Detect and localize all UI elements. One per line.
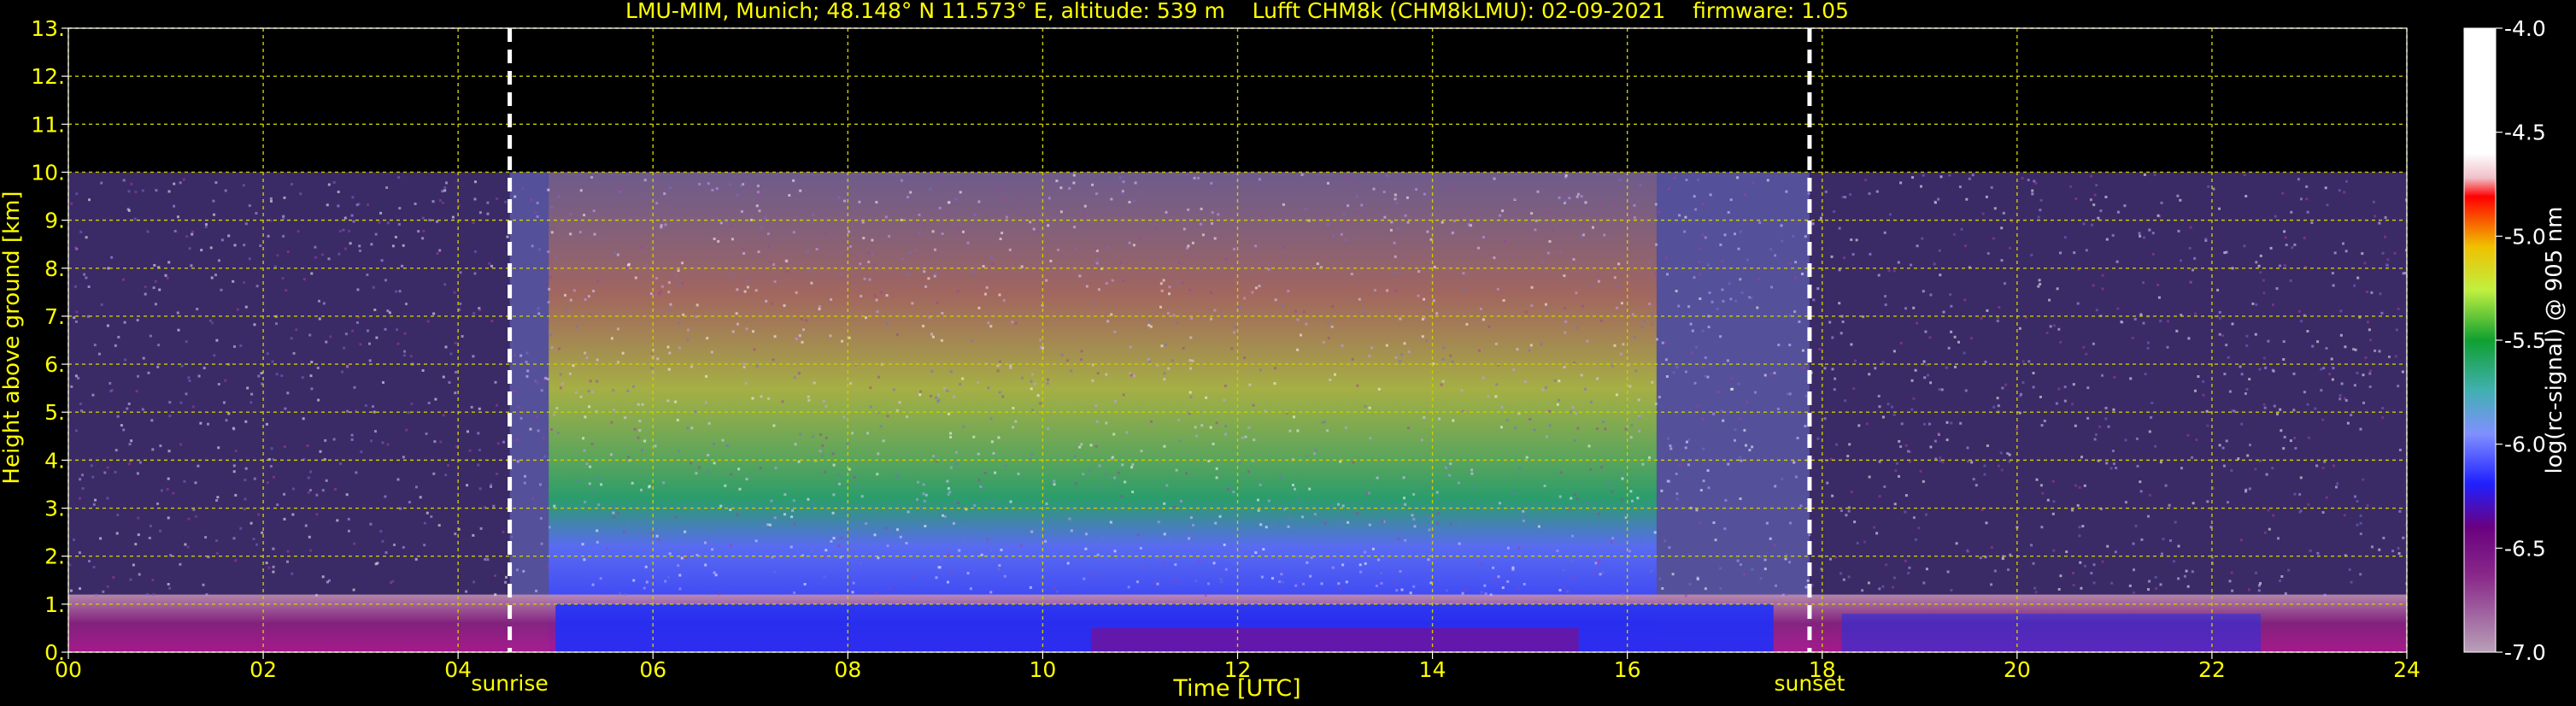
colorbar-tick-label: -4.0 — [2504, 16, 2546, 41]
y-tick-label: 3. — [44, 497, 65, 521]
x-axis-label: Time [UTC] — [1172, 675, 1300, 702]
y-axis-ticks: 0. 1. 2. 3. 4. 5. 6. 7. 8. 9. 10. 11. 12. 13. — [31, 16, 68, 665]
y-tick-label: 11. — [31, 112, 65, 137]
y-tick-label: 1. — [44, 592, 65, 617]
sunrise-label: sunrise — [471, 671, 548, 696]
colorbar-tick-label: -4.5 — [2504, 121, 2546, 145]
y-tick-label: 7. — [44, 304, 65, 329]
colorbar-label: log(rc-signal) @ 905 nm — [2542, 207, 2567, 474]
chart-title: LMU-MIM, Munich; 48.148° N 11.573° E, al… — [625, 0, 1849, 23]
y-tick-label: 10. — [31, 160, 65, 185]
colorbar-tick-label: -5.5 — [2504, 328, 2546, 353]
y-tick-label: 2. — [44, 544, 65, 569]
colorbar-tick-label: -7.0 — [2504, 640, 2546, 665]
x-tick-label: 22 — [2198, 657, 2226, 682]
x-tick-label: 18 — [1809, 657, 1836, 682]
y-tick-label: 13. — [31, 16, 65, 41]
x-tick-label: 16 — [1614, 657, 1641, 682]
colorbar: -4.0 -4.5 -5.0 -5.5 -6.0 -6.5 -7.0 log(rc-sign… — [2463, 16, 2567, 665]
y-axis-label: Height above ground [km] — [0, 191, 25, 484]
colorbar-tick-label: -6.0 — [2504, 432, 2546, 457]
x-tick-label: 24 — [2393, 657, 2421, 682]
x-tick-label: 02 — [249, 657, 277, 682]
ceilometer-chart: sunrise sunset 00 02 04 06 08 10 12 14 16 18 20 22 24… — [0, 0, 2567, 702]
aerosol-layer-evening — [1841, 614, 2261, 652]
x-tick-label: 08 — [834, 657, 861, 682]
x-tick-label: 14 — [1419, 657, 1446, 682]
y-tick-label: 9. — [44, 209, 65, 233]
colorbar-ticks: -4.0 -4.5 -5.0 -5.5 -6.0 -6.5 -7.0 — [2496, 16, 2546, 665]
colorbar-gradient — [2463, 27, 2497, 653]
y-tick-label: 4. — [44, 448, 65, 473]
x-tick-label: 10 — [1030, 657, 1057, 682]
x-tick-label: 04 — [444, 657, 472, 682]
colorbar-tick-label: -5.0 — [2504, 224, 2546, 249]
x-tick-label: 20 — [2004, 657, 2031, 682]
x-tick-label: 06 — [639, 657, 666, 682]
y-tick-label: 0. — [44, 640, 65, 665]
y-tick-label: 12. — [31, 64, 65, 89]
colorbar-tick-label: -6.5 — [2504, 536, 2546, 561]
y-tick-label: 6. — [44, 352, 65, 377]
y-tick-label: 5. — [44, 400, 65, 425]
y-tick-label: 8. — [44, 256, 65, 281]
aerosol-core-day — [1091, 627, 1579, 652]
